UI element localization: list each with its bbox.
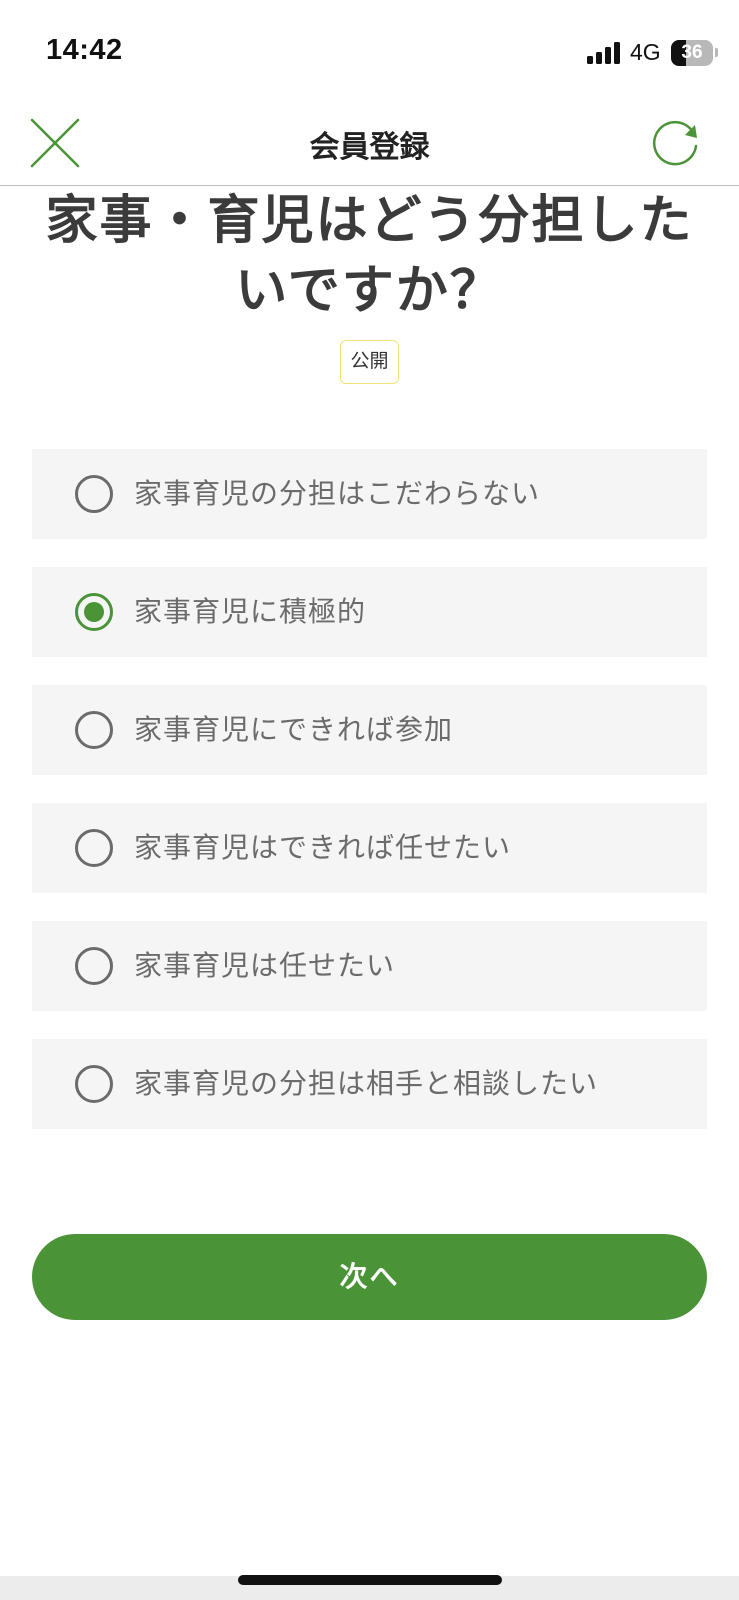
radio-button[interactable]	[75, 947, 113, 985]
status-bar: 14:42 4G 36	[0, 0, 739, 100]
nav-header: 会員登録	[0, 100, 739, 186]
option-item[interactable]: 家事育児は任せたい	[32, 921, 707, 1011]
option-label: 家事育児に積極的	[134, 595, 367, 628]
option-item[interactable]: 家事育児に積極的	[32, 567, 707, 657]
status-time: 14:42	[46, 34, 123, 66]
option-item[interactable]: 家事育児の分担はこだわらない	[32, 449, 707, 539]
radio-button[interactable]	[75, 475, 113, 513]
option-item[interactable]: 家事育児にできれば参加	[32, 685, 707, 775]
page-title: 会員登録	[309, 130, 430, 165]
home-indicator[interactable]	[238, 1575, 502, 1585]
registration-screen: 14:42 4G 36 会員登録 家事・育児はどう分担したいですか？ 公開 家事…	[0, 0, 739, 1600]
question-title: 家事・育児はどう分担したいですか？	[45, 191, 694, 321]
option-label: 家事育児にできれば参加	[134, 713, 454, 746]
option-list: 家事育児の分担はこだわらない 家事育児に積極的 家事育児にできれば参加 家事育児…	[32, 449, 707, 1157]
radio-button[interactable]	[75, 593, 113, 631]
option-label: 家事育児は任せたい	[134, 949, 396, 982]
option-item[interactable]: 家事育児の分担は相手と相談したい	[32, 1039, 707, 1129]
refresh-icon	[652, 120, 698, 166]
radio-button[interactable]	[75, 1065, 113, 1103]
network-type: 4G	[630, 39, 661, 65]
battery-icon: 36	[671, 40, 713, 66]
next-button[interactable]: 次へ	[32, 1234, 707, 1320]
radio-button[interactable]	[75, 711, 113, 749]
option-label: 家事育児の分担は相手と相談したい	[134, 1067, 599, 1100]
signal-icon	[587, 42, 621, 64]
refresh-button[interactable]	[649, 116, 703, 170]
option-label: 家事育児の分担はこだわらない	[134, 477, 541, 510]
public-badge: 公開	[340, 340, 399, 384]
radio-button[interactable]	[75, 829, 113, 867]
option-label: 家事育児はできれば任せたい	[134, 831, 512, 864]
battery-level: 36	[681, 42, 703, 63]
battery-tip	[715, 48, 718, 57]
option-item[interactable]: 家事育児はできれば任せたい	[32, 803, 707, 893]
